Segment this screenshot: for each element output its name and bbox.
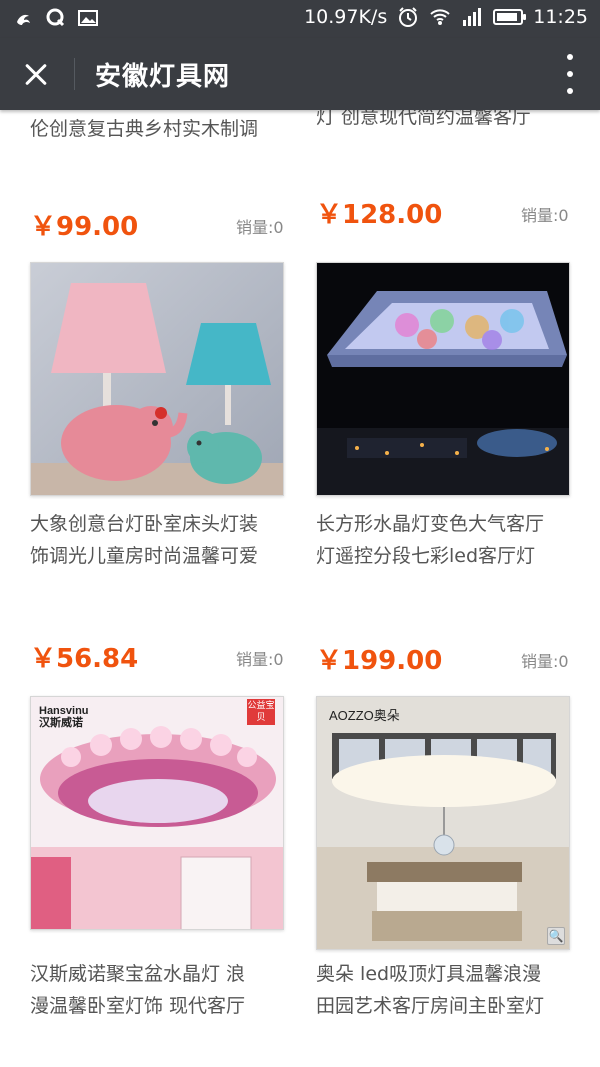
product-name[interactable]: 大象创意台灯卧室床头灯装 饰调光儿童房时尚温馨可爱	[30, 508, 294, 572]
more-menu-button[interactable]	[560, 54, 580, 94]
product-image[interactable]: Hansvinu 汉斯威诺 公益宝贝	[30, 696, 284, 930]
product-sales: 销量:0	[521, 652, 569, 671]
title-bar: 安徽灯具网	[0, 38, 600, 110]
uc-browser-icon	[17, 14, 30, 25]
product-price: ￥128.00	[316, 200, 443, 230]
product-name[interactable]: 汉斯威诺聚宝盆水晶灯 浪 漫温馨卧室灯饰 现代客厅	[30, 958, 294, 1022]
product-name-partial[interactable]: 伦创意复古典乡村实木制调	[30, 114, 258, 141]
close-button[interactable]	[16, 54, 56, 94]
product-price: ￥199.00	[316, 646, 443, 676]
product-image[interactable]	[316, 262, 570, 496]
status-bar: 10.97K/s 11:25	[0, 0, 600, 38]
title-divider	[74, 58, 75, 90]
network-speed: 10.97K/s	[304, 6, 388, 28]
image-icon	[78, 10, 98, 26]
product-name-partial[interactable]: 灯 创意现代简约温馨客厅	[316, 110, 531, 129]
product-price: ￥99.00	[30, 212, 139, 242]
product-name[interactable]: 奥朵 led吸顶灯具温馨浪漫 田园艺术客厅房间主卧室灯	[316, 958, 580, 1022]
battery-icon	[493, 9, 527, 25]
product-name[interactable]: 长方形水晶灯变色大气客厅 灯遥控分段七彩led客厅灯	[316, 508, 580, 572]
led-ceiling-light-photo	[317, 697, 569, 949]
zoom-icon[interactable]: 🔍	[547, 927, 565, 945]
alarm-icon	[399, 7, 418, 27]
product-sales: 销量:0	[236, 650, 284, 669]
product-image[interactable]: AOZZO奥朵 🔍	[316, 696, 570, 950]
pink-crystal-light-photo	[31, 697, 283, 929]
product-price: ￥56.84	[30, 644, 139, 674]
product-sales: 销量:0	[521, 206, 569, 225]
brand-logo: AOZZO奥朵	[329, 708, 400, 723]
product-grid: 伦创意复古典乡村实木制调 灯 创意现代简约温馨客厅 ￥99.00 销量:0 ￥1…	[0, 110, 600, 1067]
page-title: 安徽灯具网	[95, 62, 231, 92]
signal-icon	[463, 8, 482, 26]
brand-logo: Hansvinu	[39, 705, 89, 717]
charity-badge: 公益宝贝	[247, 699, 275, 725]
elephant-lamp-photo	[31, 263, 283, 495]
qq-icon	[46, 8, 65, 27]
product-image[interactable]	[30, 262, 284, 496]
brand-logo-cn: 汉斯威诺	[39, 717, 83, 729]
product-sales: 销量:0	[236, 218, 284, 237]
clock-time: 11:25	[533, 6, 588, 28]
wifi-icon	[430, 9, 450, 25]
crystal-ceiling-light-photo	[317, 263, 569, 495]
